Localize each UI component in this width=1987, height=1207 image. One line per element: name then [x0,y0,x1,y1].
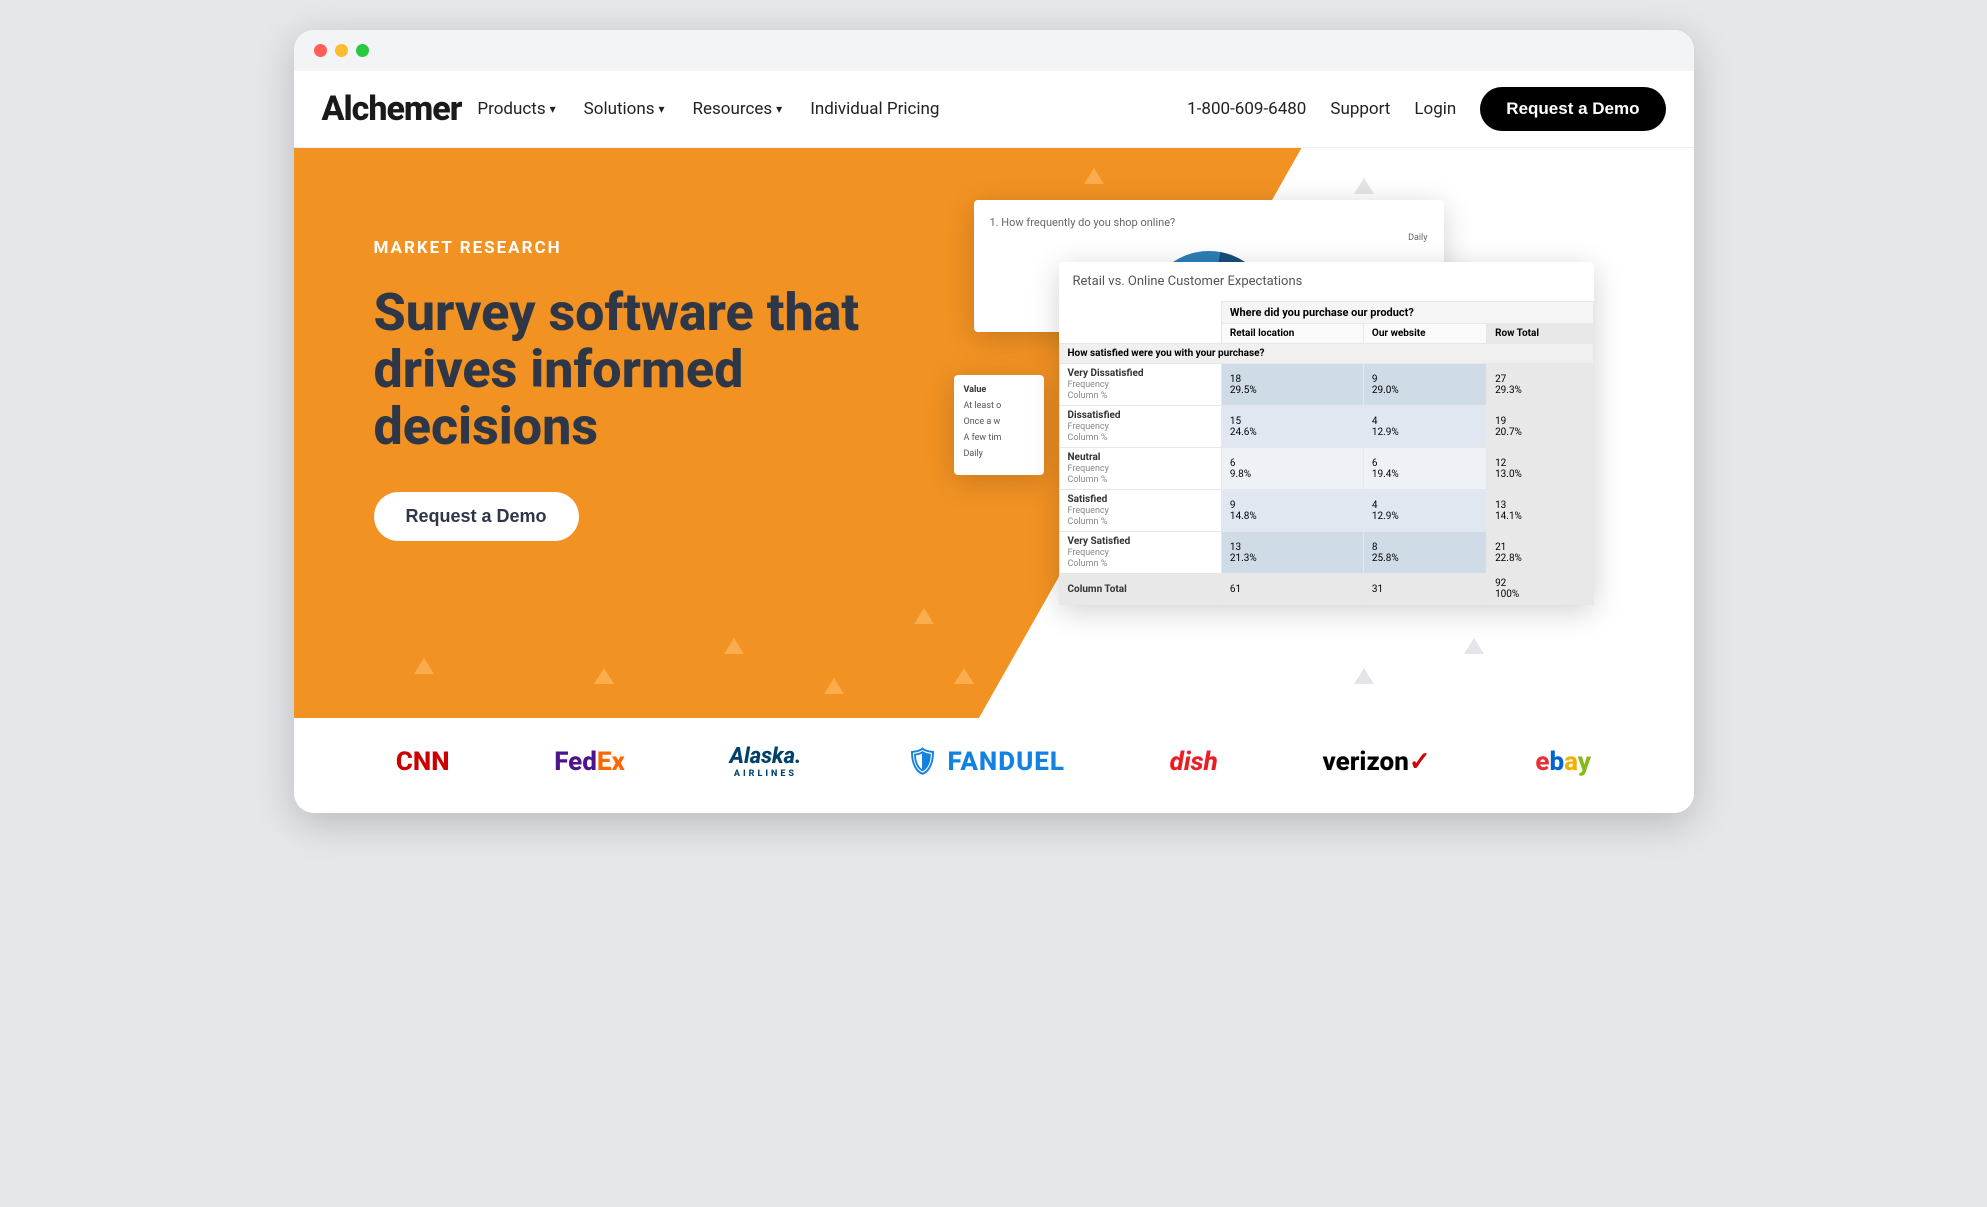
total-cell: 92100% [1487,574,1593,605]
values-row: Once a w [964,417,1034,427]
values-header: Value [964,385,1034,395]
ebay-logo: ebay [1535,747,1591,777]
hero-request-demo-button[interactable]: Request a Demo [374,492,579,541]
values-row: At least o [964,401,1034,411]
crosstab-title: Retail vs. Online Customer Expectations [1059,262,1594,301]
fedex-logo: FedEx [554,747,625,777]
request-demo-button[interactable]: Request a Demo [1480,87,1665,131]
values-panel: Value At least o Once a w A few tim Dail… [954,375,1044,475]
nav-solutions[interactable]: Solutions ▾ [584,99,665,119]
brand-logo[interactable]: Alchemer [322,89,462,129]
support-link[interactable]: Support [1330,99,1390,119]
cnn-logo: CNN [396,747,450,777]
nav-pricing-label: Individual Pricing [810,99,939,119]
crosstab-row: Very SatisfiedFrequencyColumn % 1321.3% … [1059,532,1593,574]
values-row: Daily [964,449,1034,459]
crosstab-row: DissatisfiedFrequencyColumn % 1524.6% 41… [1059,406,1593,448]
total-cell: 31 [1363,574,1486,605]
nav-resources[interactable]: Resources▾ [693,99,783,119]
hero-eyebrow: MARKET RESEARCH [374,238,934,258]
chevron-down-icon: ▾ [659,102,665,116]
hero-section: MARKET RESEARCH Survey software that dri… [294,148,1694,718]
crosstab-row: SatisfiedFrequencyColumn % 914.8% 412.9%… [1059,490,1593,532]
crosstab-top-question: Where did you purchase our product? [1221,302,1593,324]
browser-chrome [294,30,1694,71]
nav-products[interactable]: Products ▾ [477,99,555,119]
total-label: Column Total [1068,584,1127,595]
verizon-logo: verizon✓ [1323,747,1431,777]
window-minimize-icon[interactable] [335,44,348,57]
login-link[interactable]: Login [1414,99,1456,119]
values-row: A few tim [964,433,1034,443]
chevron-down-icon: ▾ [550,102,556,116]
page-content: Alchemer Products▾ Solutions▾ Resources▾… [294,71,1694,813]
customer-logos: CNN FedEx Alaska.AIRLINES 🛡 FANDUEL dish… [294,718,1694,813]
pie-question: 1. How frequently do you shop online? [990,216,1428,229]
pie-legend-label: Daily [990,233,1428,243]
crosstab-table: Where did you purchase our product? Reta… [1059,301,1594,605]
chevron-down-icon: ▾ [776,102,782,116]
col-header: Our website [1363,324,1486,344]
alaska-airlines-logo: Alaska.AIRLINES [730,744,802,779]
hero-headline: Survey software that drives informed dec… [374,284,934,456]
fanduel-logo: 🛡 FANDUEL [906,747,1065,777]
nav-solutions-label: Solutions [584,99,655,119]
col-header: Row Total [1487,324,1593,344]
hero-content: MARKET RESEARCH Survey software that dri… [374,238,934,541]
window-close-icon[interactable] [314,44,327,57]
header-right: 1-800-609-6480 Support Login Request a D… [1187,87,1665,131]
total-cell: 61 [1221,574,1363,605]
crosstab-panel: Retail vs. Online Customer Expectations … [1059,262,1594,605]
phone-number[interactable]: 1-800-609-6480 [1187,99,1306,119]
browser-window: Alchemer Products▾ Solutions▾ Resources▾… [294,30,1694,813]
window-maximize-icon[interactable] [356,44,369,57]
main-nav: Products▾ Solutions▾ Resources▾ Individu… [477,99,939,119]
crosstab-row: NeutralFrequencyColumn % 69.8% 619.4% 12… [1059,448,1593,490]
nav-resources-label: Resources [693,99,773,119]
nav-products-label: Products [477,99,545,119]
col-header: Retail location [1221,324,1363,344]
site-header: Alchemer Products▾ Solutions▾ Resources▾… [294,71,1694,148]
dish-logo: dish [1170,747,1218,777]
crosstab-left-question: How satisfied were you with your purchas… [1059,344,1593,364]
crosstab-row: Very DissatisfiedFrequencyColumn % 1829.… [1059,364,1593,406]
nav-pricing[interactable]: Individual Pricing [810,99,939,119]
